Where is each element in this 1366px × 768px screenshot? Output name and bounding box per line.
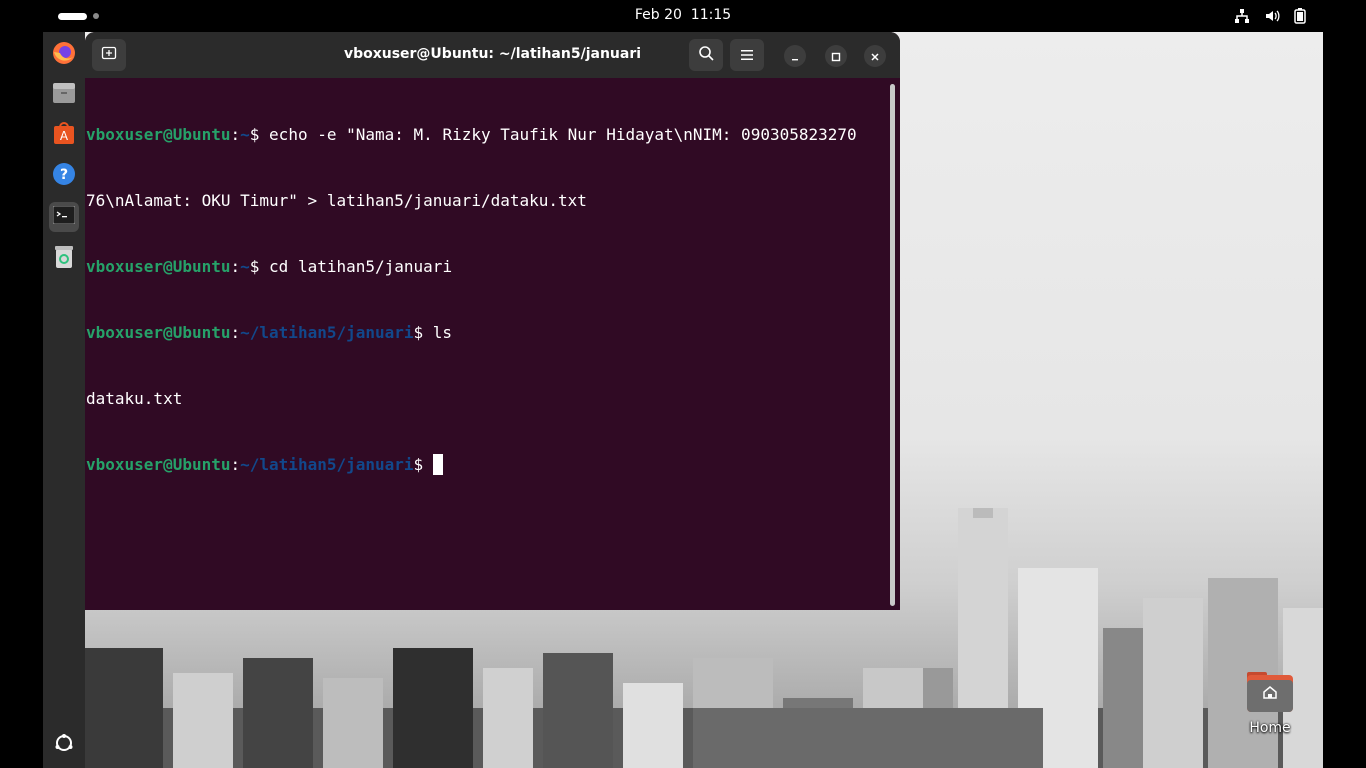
screen-border xyxy=(1323,32,1366,768)
battery-icon xyxy=(1294,8,1306,28)
prompt-symbol: $ xyxy=(413,323,433,342)
trash-icon xyxy=(54,245,74,273)
dock: A ? xyxy=(43,32,85,768)
prompt-separator: : xyxy=(230,455,241,474)
terminal-line: vboxuser@Ubuntu:~$ echo -e "Nama: M. Riz… xyxy=(86,124,891,146)
terminal-window[interactable]: vboxuser@Ubuntu: ~/latihan5/januari vbox… xyxy=(85,32,900,610)
command-text: echo -e "Nama: M. Rizky Taufik Nur Hiday… xyxy=(269,125,857,144)
network-icon xyxy=(1234,8,1250,28)
terminal-scrollbar[interactable] xyxy=(890,84,895,606)
prompt-user: vboxuser@Ubuntu xyxy=(86,125,231,144)
command-text: ls xyxy=(432,323,453,342)
svg-text:A: A xyxy=(60,129,69,143)
output-text: dataku.txt xyxy=(86,389,183,408)
home-folder-label[interactable]: Home xyxy=(1236,720,1304,736)
terminal-output[interactable]: vboxuser@Ubuntu:~$ echo -e "Nama: M. Riz… xyxy=(85,80,891,610)
dock-item-help[interactable]: ? xyxy=(49,161,79,191)
maximize-icon xyxy=(831,47,841,66)
terminal-line: 76\nAlamat: OKU Timur" > latihan5/januar… xyxy=(86,190,891,212)
firefox-icon xyxy=(51,40,77,70)
prompt-path: ~/latihan5/januari xyxy=(240,455,414,474)
app-center-icon: A xyxy=(53,121,75,149)
close-icon xyxy=(870,47,880,66)
dock-item-app-center[interactable]: A xyxy=(49,120,79,150)
minimize-button[interactable] xyxy=(784,45,806,67)
show-apps-button[interactable] xyxy=(49,730,79,760)
help-icon: ? xyxy=(52,162,76,190)
files-icon xyxy=(52,82,76,108)
clock[interactable]: Feb 20 11:15 xyxy=(0,7,1366,23)
svg-text:?: ? xyxy=(60,167,68,183)
prompt-separator: : xyxy=(230,125,241,144)
system-tray[interactable] xyxy=(1234,8,1306,28)
prompt-separator: : xyxy=(230,257,241,276)
minimize-icon xyxy=(790,47,800,66)
dock-item-terminal[interactable] xyxy=(49,202,79,232)
show-apps-icon xyxy=(54,733,74,757)
terminal-icon xyxy=(52,205,76,228)
text-cursor xyxy=(432,454,443,475)
command-text: 76\nAlamat: OKU Timur" > latihan5/januar… xyxy=(86,191,587,210)
hamburger-menu-icon xyxy=(740,46,754,65)
volume-icon xyxy=(1264,8,1280,28)
search-button[interactable] xyxy=(689,39,723,71)
prompt-path: ~/latihan5/januari xyxy=(240,323,414,342)
prompt-user: vboxuser@Ubuntu xyxy=(86,257,231,276)
prompt-symbol: $ xyxy=(249,257,270,276)
terminal-line: dataku.txt xyxy=(86,388,891,410)
prompt-path: ~ xyxy=(240,257,250,276)
prompt-user: vboxuser@Ubuntu xyxy=(86,455,231,474)
prompt-path: ~ xyxy=(240,125,250,144)
search-icon xyxy=(698,45,714,65)
clock-date: Feb 20 xyxy=(634,7,682,23)
prompt-user: vboxuser@Ubuntu xyxy=(86,323,231,342)
prompt-separator: : xyxy=(230,323,241,342)
terminal-line: vboxuser@Ubuntu:~$ cd latihan5/januari xyxy=(86,256,891,278)
command-text: cd latihan5/januari xyxy=(269,257,453,276)
terminal-line: vboxuser@Ubuntu:~/latihan5/januari$ xyxy=(86,454,891,476)
close-button[interactable] xyxy=(864,45,886,67)
terminal-header-bar[interactable]: vboxuser@Ubuntu: ~/latihan5/januari xyxy=(85,32,900,78)
dock-item-files[interactable] xyxy=(49,80,79,110)
dock-item-firefox[interactable] xyxy=(49,40,79,70)
dock-item-trash[interactable] xyxy=(49,244,79,274)
clock-time: 11:15 xyxy=(690,7,732,23)
prompt-symbol: $ xyxy=(249,125,270,144)
terminal-line: vboxuser@Ubuntu:~/latihan5/januari$ ls xyxy=(86,322,891,344)
window-title: vboxuser@Ubuntu: ~/latihan5/januari xyxy=(343,46,642,62)
menu-button[interactable] xyxy=(730,39,764,71)
prompt-symbol: $ xyxy=(413,455,433,474)
home-folder-icon[interactable] xyxy=(1247,672,1293,712)
top-bar: Feb 20 11:15 xyxy=(0,0,1366,32)
maximize-button[interactable] xyxy=(825,45,847,67)
